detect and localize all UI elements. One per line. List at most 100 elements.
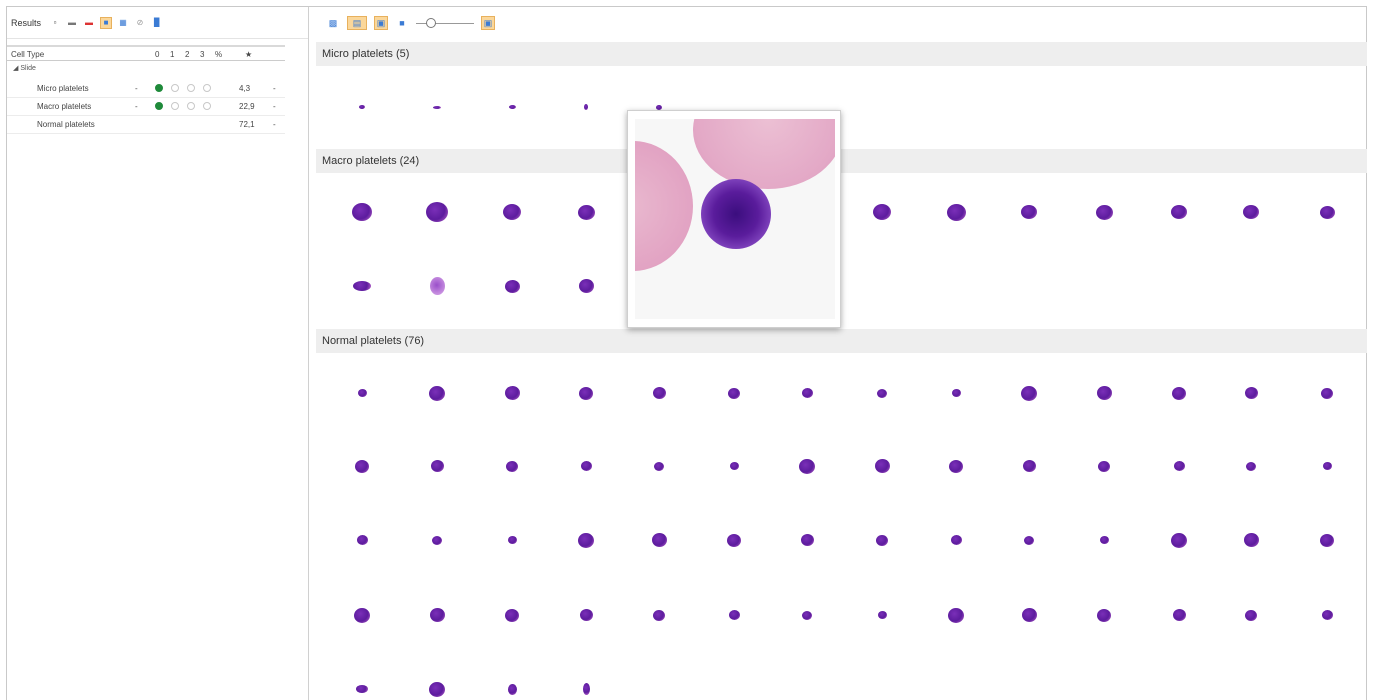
cell-thumbnail[interactable] [584,104,588,110]
cell-thumbnail[interactable] [876,534,888,546]
section-macro-header[interactable]: Macro platelets (24) [316,149,1367,173]
grade-3-radio[interactable] [203,102,211,110]
cell-thumbnail[interactable] [729,462,739,470]
collapse-icon[interactable]: ◢ [13,65,18,72]
col-grade-1[interactable]: 1 [170,50,174,59]
fit-icon[interactable]: ▩ [326,16,340,30]
cell-thumbnail[interactable] [353,281,371,291]
cell-thumbnail[interactable] [1097,608,1111,622]
grid-view-icon[interactable]: ▦ [117,17,129,29]
cell-thumbnail[interactable] [503,204,521,220]
cancel-icon[interactable]: ⊘ [134,17,146,29]
col-grade-0[interactable]: 0 [155,50,159,59]
cell-thumbnail[interactable] [356,685,368,693]
large-view-icon[interactable]: ▤ [347,16,367,30]
grade-1-radio[interactable] [171,84,179,92]
grade-1-radio[interactable] [171,102,179,110]
cell-thumbnail[interactable] [1243,205,1259,219]
cell-thumbnail[interactable] [728,610,740,620]
col-grade-3[interactable]: 3 [200,50,204,59]
document-icon[interactable]: ▫ [49,17,61,29]
grade-bar-icon[interactable]: ▬ [66,17,78,29]
cell-thumbnail[interactable] [1319,205,1335,219]
cell-thumbnail[interactable] [579,609,593,621]
zoom-in-icon[interactable]: ▣ [481,16,495,30]
cell-thumbnail[interactable] [429,681,445,697]
cell-thumbnail[interactable] [426,202,448,222]
cell-thumbnail[interactable] [429,277,445,295]
cell-thumbnail[interactable] [580,461,592,471]
cell-thumbnail[interactable] [1245,609,1257,621]
compare-icon[interactable]: ▣ [374,16,388,30]
cell-thumbnail[interactable] [1321,610,1333,620]
col-star[interactable]: ★ [245,50,252,59]
cell-thumbnail[interactable] [1172,386,1186,400]
cell-thumbnail[interactable] [654,461,664,471]
cell-thumbnail[interactable] [578,279,594,293]
cell-thumbnail[interactable] [1320,533,1334,547]
cell-thumbnail[interactable] [802,610,812,620]
cell-thumbnail[interactable] [1244,387,1258,399]
grade-0-radio[interactable] [155,102,163,110]
cell-thumbnail[interactable] [352,203,372,221]
cell-thumbnail[interactable] [728,387,740,399]
cell-thumbnail[interactable] [429,385,445,401]
section-normal-header[interactable]: Normal platelets (76) [316,329,1367,353]
table-row[interactable]: Micro platelets - 4,3 - [7,80,285,98]
cell-thumbnail[interactable] [506,460,518,472]
table-row[interactable]: Normal platelets 72,1 - [7,116,285,134]
cell-thumbnail[interactable] [874,459,890,473]
cell-thumbnail[interactable] [727,533,741,547]
cell-thumbnail[interactable] [579,386,593,400]
grade-3-radio[interactable] [203,84,211,92]
cell-thumbnail[interactable] [507,683,517,695]
cell-thumbnail[interactable] [354,607,370,623]
cell-thumbnail[interactable] [432,535,442,545]
cell-thumbnail[interactable] [1173,461,1185,471]
cell-thumbnail[interactable] [504,386,520,400]
col-cell-type[interactable]: Cell Type [11,50,44,59]
grade-0-radio[interactable] [155,84,163,92]
grade-2-radio[interactable] [187,102,195,110]
cell-thumbnail[interactable] [652,387,666,399]
cell-thumbnail[interactable] [505,608,519,622]
cell-thumbnail[interactable] [1022,460,1036,472]
table-row[interactable]: Macro platelets - 22,9 - [7,98,285,116]
cell-thumbnail[interactable] [946,203,966,221]
highlight-tool-icon[interactable]: ■ [100,16,113,29]
cell-thumbnail[interactable] [1171,532,1187,548]
zoom-slider[interactable] [416,17,474,29]
cell-thumbnail[interactable] [948,607,964,623]
cell-thumbnail[interactable] [508,105,516,109]
cell-thumbnail[interactable] [356,535,368,545]
cell-thumbnail[interactable] [1099,536,1109,544]
cell-thumbnail[interactable] [1171,205,1187,219]
cell-thumbnail[interactable] [800,534,814,546]
cell-thumbnail[interactable] [582,683,590,695]
cell-thumbnail[interactable] [359,105,365,109]
cell-thumbnail[interactable] [873,204,891,220]
cell-thumbnail[interactable] [1246,461,1256,471]
section-micro-header[interactable]: Micro platelets (5) [316,42,1367,66]
cell-thumbnail[interactable] [877,611,887,619]
cell-thumbnail[interactable] [1098,460,1110,472]
chart-icon[interactable]: ▉ [151,17,163,29]
cell-thumbnail[interactable] [504,279,520,293]
red-bar-icon[interactable]: ▬ [83,17,95,29]
grade-2-radio[interactable] [187,84,195,92]
cell-thumbnail[interactable] [430,460,444,472]
cell-thumbnail[interactable] [877,388,887,398]
col-percent[interactable]: % [215,50,222,59]
cell-thumbnail[interactable] [949,459,963,473]
cell-thumbnail[interactable] [578,532,594,548]
cell-thumbnail[interactable] [1322,462,1332,470]
cell-thumbnail[interactable] [951,389,961,397]
cell-thumbnail[interactable] [1321,387,1333,399]
cell-thumbnail[interactable] [1021,205,1037,219]
cell-thumbnail[interactable] [1096,386,1112,400]
cell-thumbnail[interactable] [801,388,813,398]
cell-thumbnail[interactable] [1021,608,1037,622]
cell-thumbnail[interactable] [656,104,662,110]
cell-thumbnail[interactable] [651,533,667,547]
cell-thumbnail[interactable] [653,609,665,621]
